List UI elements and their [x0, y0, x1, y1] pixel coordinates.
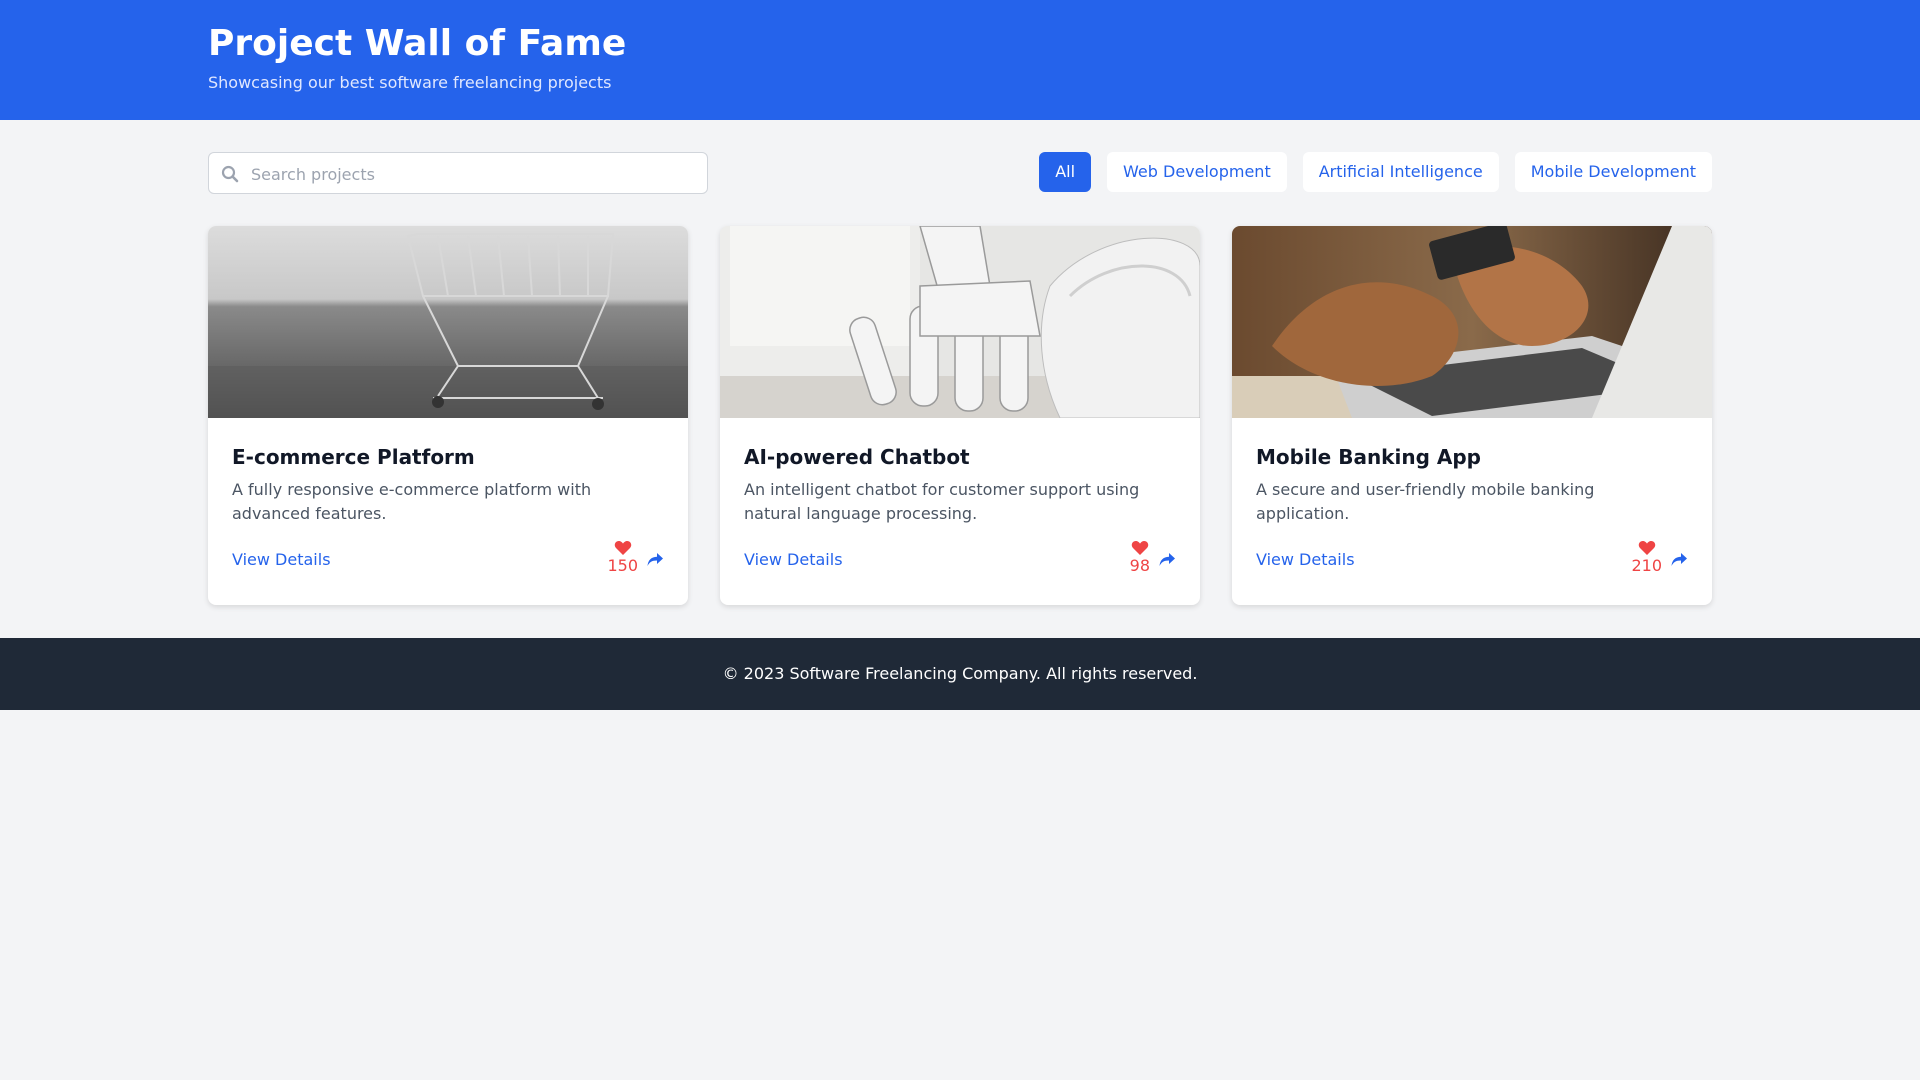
share-button[interactable]: [646, 552, 664, 576]
share-button[interactable]: [1670, 552, 1688, 576]
category-filters: All Web Development Artificial Intellige…: [1039, 152, 1712, 192]
shopping-cart-image: [208, 226, 688, 418]
share-icon: [1159, 553, 1175, 566]
like-count: 210: [1631, 556, 1662, 575]
like-count: 150: [607, 556, 638, 575]
project-title: Mobile Banking App: [1256, 445, 1481, 469]
copyright-text: © 2023 Software Freelancing Company. All…: [722, 664, 1198, 683]
share-icon: [647, 553, 663, 566]
like-button[interactable]: 150: [607, 540, 638, 576]
like-button[interactable]: 210: [1631, 540, 1662, 576]
project-grid: E-commerce Platform A fully responsive e…: [208, 226, 1712, 605]
filter-web-development[interactable]: Web Development: [1107, 152, 1287, 192]
project-description: A secure and user-friendly mobile bankin…: [1256, 480, 1595, 523]
filter-artificial-intelligence[interactable]: Artificial Intelligence: [1302, 152, 1499, 192]
filter-all[interactable]: All: [1039, 152, 1092, 192]
project-card: E-commerce Platform A fully responsive e…: [208, 226, 688, 605]
view-details-link[interactable]: View Details: [1256, 550, 1355, 569]
toolbar: All Web Development Artificial Intellige…: [208, 152, 1712, 195]
project-card: AI-powered Chatbot An intelligent chatbo…: [720, 226, 1200, 605]
robot-hand-image: [720, 226, 1200, 418]
search-box[interactable]: [208, 152, 708, 195]
project-description: An intelligent chatbot for customer supp…: [744, 480, 1140, 523]
page-subtitle: Showcasing our best software freelancing…: [208, 73, 612, 92]
view-details-link[interactable]: View Details: [232, 550, 331, 569]
laptop-payment-image: [1232, 226, 1712, 418]
search-input[interactable]: [249, 153, 693, 195]
page-title: Project Wall of Fame: [208, 23, 627, 64]
page-header: Project Wall of Fame Showcasing our best…: [0, 0, 1920, 120]
card-actions: 98: [1130, 540, 1176, 576]
page-footer: © 2023 Software Freelancing Company. All…: [0, 638, 1920, 710]
project-title: E-commerce Platform: [232, 445, 475, 469]
card-actions: 210: [1631, 540, 1688, 576]
share-icon: [1671, 553, 1687, 566]
like-count: 98: [1129, 556, 1150, 575]
share-button[interactable]: [1158, 552, 1176, 576]
project-title: AI-powered Chatbot: [744, 445, 970, 469]
heart-icon: [1638, 541, 1655, 555]
filter-mobile-development[interactable]: Mobile Development: [1514, 152, 1712, 192]
like-button[interactable]: 98: [1130, 540, 1150, 576]
heart-icon: [1131, 541, 1149, 555]
view-details-link[interactable]: View Details: [744, 550, 843, 569]
project-card: Mobile Banking App A secure and user-fri…: [1232, 226, 1712, 605]
heart-icon: [614, 541, 631, 555]
project-description: A fully responsive e-commerce platform w…: [232, 480, 592, 523]
search-icon: [221, 165, 239, 183]
card-actions: 150: [607, 540, 664, 576]
